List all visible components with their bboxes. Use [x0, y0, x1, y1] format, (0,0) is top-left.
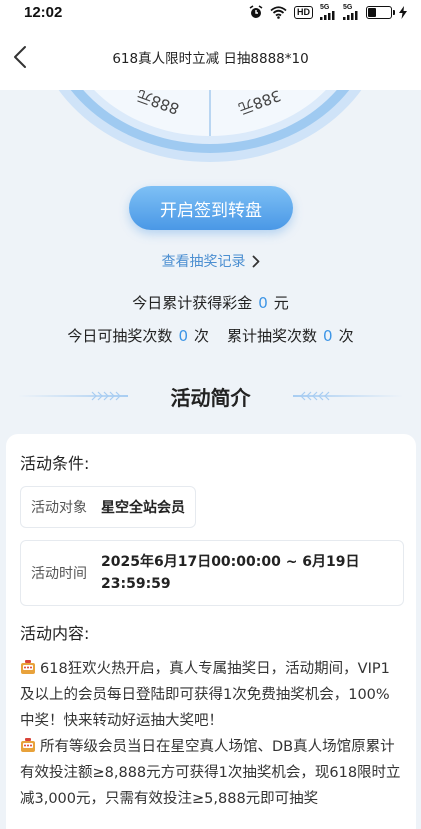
today-prize-value: 0	[258, 294, 268, 312]
today-prize-unit: 元	[273, 294, 289, 312]
back-button[interactable]	[8, 42, 32, 72]
signal-icon: 5G	[320, 4, 336, 20]
today-draws-value: 0	[178, 327, 188, 345]
status-bar: 12:02 HD 5G 5G	[0, 0, 421, 24]
nav-bar: 618真人限时立减 日抽8888*10	[0, 24, 421, 90]
signal-label: 5G	[320, 4, 330, 11]
section-title: 活动简介	[0, 378, 421, 414]
total-draws-label: 累计抽奖次数	[227, 327, 318, 345]
draw-count-stats: 今日可抽奖次数 0 次累计抽奖次数 0 次	[0, 325, 421, 346]
battery-icon	[366, 5, 395, 19]
content-paragraph-text: 所有等级会员当日在星空真人场馆、DB真人场馆原累计有效投注额≥8,888元方可获…	[20, 739, 401, 807]
decorative-chevrons-icon	[91, 391, 121, 401]
signal-icon-2: 5G	[343, 4, 359, 20]
today-draws-unit: 次	[193, 327, 209, 345]
content-paragraph: 618狂欢火热开启，真人专属抽奖日，活动期间，VIP1及以上的会员每日登陆即可获…	[20, 656, 402, 734]
page-title: 618真人限时立减 日抽8888*10	[112, 51, 309, 67]
wheel-graphic	[58, 90, 362, 162]
activity-time-label: 活动时间	[31, 566, 87, 582]
charging-icon	[399, 5, 407, 19]
view-records-link[interactable]: 查看抽奖记录	[0, 251, 421, 271]
content-paragraph: 所有等级会员当日在星空真人场馆、DB真人场馆原累计有效投注额≥8,888元方可获…	[20, 734, 402, 812]
slot-machine-icon	[21, 660, 35, 674]
activity-time-box: 活动时间 2025年6月17日00:00:00 ~ 6月19日 23:59:59	[20, 540, 404, 606]
conditions-heading: 活动条件:	[20, 454, 90, 473]
today-prize-stat: 今日累计获得彩金 0 元	[0, 292, 421, 313]
alarm-icon	[249, 5, 263, 18]
slot-machine-icon	[21, 738, 35, 752]
start-spin-button[interactable]: 开启签到转盘	[129, 186, 293, 230]
activity-intro-card: 活动条件: 活动对象 星空全站会员 活动时间 2025年6月17日00:00:0…	[6, 434, 416, 829]
chevron-right-icon	[252, 255, 259, 267]
activity-time-value: 2025年6月17日00:00:00 ~ 6月19日	[101, 554, 360, 570]
total-draws-value: 0	[323, 327, 333, 345]
status-icons: HD 5G 5G	[249, 4, 407, 20]
content-paragraph-text: 618狂欢火热开启，真人专属抽奖日，活动期间，VIP1及以上的会员每日登陆即可获…	[20, 661, 390, 729]
total-draws-unit: 次	[338, 327, 354, 345]
hd-badge: HD	[294, 5, 313, 19]
prize-wheel[interactable]: 888元 388元	[0, 90, 421, 170]
signal-label-2: 5G	[343, 4, 353, 11]
content-heading: 活动内容:	[20, 624, 90, 643]
decorative-divider	[293, 395, 403, 397]
today-prize-label: 今日累计获得彩金	[132, 294, 253, 312]
view-records-label: 查看抽奖记录	[161, 254, 246, 270]
today-draws-label: 今日可抽奖次数	[67, 327, 173, 345]
activity-target-label: 活动对象	[31, 500, 87, 516]
wifi-icon	[270, 5, 287, 19]
chevron-left-icon	[14, 46, 26, 68]
activity-target-box: 活动对象 星空全站会员	[20, 486, 196, 528]
status-time: 12:02	[24, 3, 63, 21]
section-title-text: 活动简介	[170, 385, 251, 410]
activity-target-value: 星空全站会员	[101, 500, 185, 516]
activity-time-value-end: 23:59:59	[101, 576, 171, 592]
